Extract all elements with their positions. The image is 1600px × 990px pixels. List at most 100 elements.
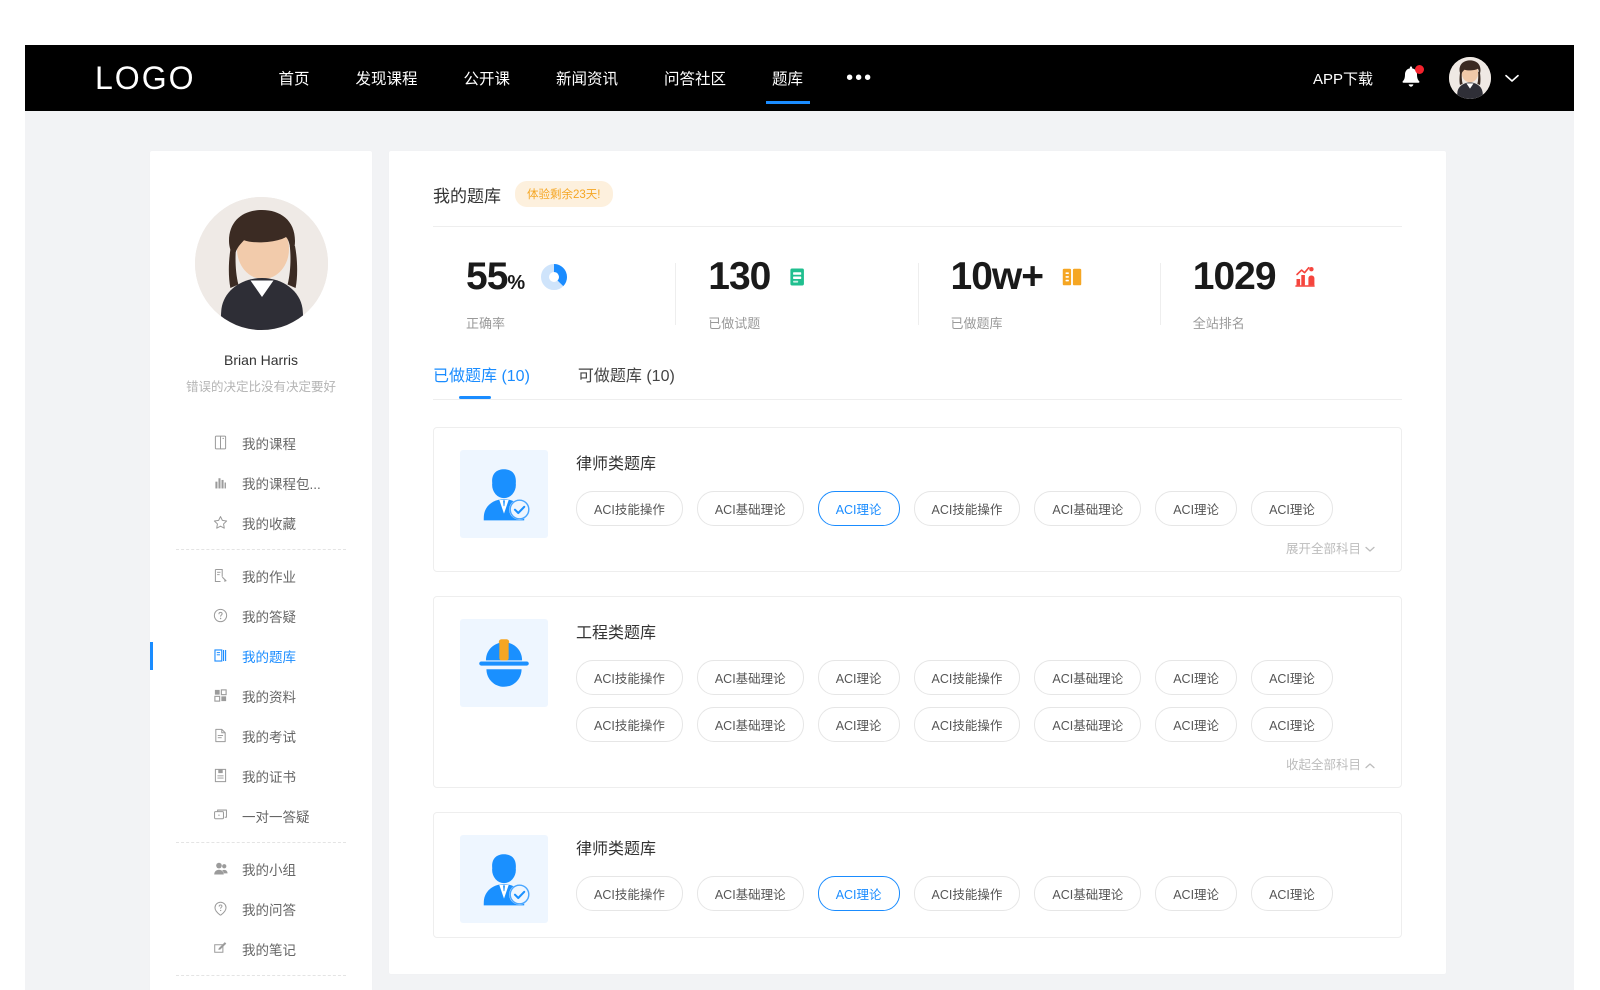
subject-tag[interactable]: ACI基础理论 [697, 660, 804, 695]
stat-label: 正确率 [466, 313, 675, 332]
sidebar-item-chat[interactable]: 一对一答疑 [150, 796, 372, 836]
nav-item-5[interactable]: 题库 [749, 45, 826, 111]
subject-tag[interactable]: ACI技能操作 [576, 491, 683, 526]
subject-tag[interactable]: ACI理论 [818, 660, 900, 695]
subject-tag[interactable]: ACI技能操作 [576, 660, 683, 695]
profile-name: Brian Harris [164, 352, 358, 368]
question-bank-card[interactable]: 律师类题库ACI技能操作ACI基础理论ACI理论ACI技能操作ACI基础理论AC… [433, 812, 1402, 938]
profile-avatar[interactable] [195, 197, 328, 330]
sidebar-item-label: 我的作业 [242, 566, 296, 586]
nav-item-0[interactable]: 首页 [255, 45, 332, 111]
stat-card: 130已做试题 [675, 257, 917, 332]
sidebar-item-question-circle[interactable]: 我的答疑 [150, 596, 372, 636]
card-thumbnail [460, 450, 548, 538]
exam-paper-icon [212, 727, 229, 744]
subject-tag[interactable]: ACI技能操作 [914, 491, 1021, 526]
subject-tag[interactable]: ACI基础理论 [697, 707, 804, 742]
subject-tag[interactable]: ACI理论 [1155, 707, 1237, 742]
stat-value: 10w+ [951, 257, 1044, 296]
donut-chart-icon [541, 262, 567, 292]
star-icon [212, 514, 229, 531]
subject-tag-row: ACI技能操作 ACI基础理论 ACI理论 ACI技能操作 ACI基础理论 ACI理论 AC… [576, 876, 1375, 911]
question-bank-icon [212, 647, 229, 664]
tab-0[interactable]: 已做题库 (10) [433, 362, 530, 399]
subject-tag[interactable]: ACI技能操作 [914, 660, 1021, 695]
subject-tag[interactable]: ACI理论 [818, 876, 900, 911]
stat-number: 55 [466, 255, 507, 298]
user-avatar [1449, 57, 1491, 99]
subject-tag-rows: ACI技能操作 ACI基础理论 ACI理论 ACI技能操作 ACI基础理论 ACI理论 AC… [576, 876, 1375, 911]
tab-bar: 已做题库 (10) 可做题库 (10) [433, 362, 1402, 399]
user-menu[interactable] [1449, 57, 1519, 99]
chat-icon [212, 807, 229, 824]
sidebar-item-star[interactable]: 我的收藏 [150, 503, 372, 543]
page-header: 我的题库 体验剩余23天! [433, 181, 1402, 227]
exam-paper-icon [212, 727, 229, 744]
subject-tag[interactable]: ACI理论 [1155, 491, 1237, 526]
subject-tag[interactable]: ACI技能操作 [914, 707, 1021, 742]
sidebar-item-label: 我的证书 [242, 766, 296, 786]
subject-tag[interactable]: ACI理论 [1155, 876, 1237, 911]
profile-block: Brian Harris 错误的决定比没有决定要好 [150, 197, 372, 397]
subject-tag[interactable]: ACI技能操作 [576, 876, 683, 911]
sidebar-item-bar-chart[interactable]: 我的课程包... [150, 463, 372, 503]
sidebar-item-certificate[interactable]: 我的证书 [150, 756, 372, 796]
notifications-button[interactable] [1399, 65, 1423, 91]
note-edit-icon [212, 940, 229, 957]
top-navigation-bar: LOGO 首页发现课程公开课新闻资讯问答社区题库 ••• APP下载 [25, 45, 1574, 111]
subject-tag[interactable]: ACI理论 [818, 491, 900, 526]
subject-tag[interactable]: ACI基础理论 [1034, 707, 1141, 742]
bar-chart-icon [212, 474, 229, 491]
sidebar-item-group[interactable]: 我的小组 [150, 849, 372, 889]
nav-item-1[interactable]: 发现课程 [332, 45, 440, 111]
grid-icon [212, 687, 229, 704]
sidebar-item-label: 我的课程包... [242, 473, 321, 493]
subject-tag[interactable]: ACI理论 [1251, 707, 1333, 742]
subject-tag[interactable]: ACI基础理论 [1034, 660, 1141, 695]
nav-item-2[interactable]: 公开课 [441, 45, 534, 111]
subject-tag[interactable]: ACI理论 [1155, 660, 1237, 695]
subject-tag[interactable]: ACI理论 [1251, 660, 1333, 695]
chevron-up-icon [1365, 760, 1375, 772]
nav-item-4[interactable]: 问答社区 [641, 45, 749, 111]
subject-tag[interactable]: ACI理论 [1251, 491, 1333, 526]
book-icon [212, 434, 229, 451]
trial-badge: 体验剩余23天! [515, 181, 613, 207]
question-bank-card[interactable]: 律师类题库ACI技能操作ACI基础理论ACI理论ACI技能操作ACI基础理论AC… [433, 427, 1402, 572]
document-list-icon [787, 262, 813, 292]
main-nav: 首页发现课程公开课新闻资讯问答社区题库 [255, 45, 826, 111]
sidebar-item-homework[interactable]: 我的作业 [150, 556, 372, 596]
menu-divider [176, 975, 346, 976]
menu-divider [176, 842, 346, 843]
nav-more-icon[interactable]: ••• [826, 45, 893, 111]
subject-tag[interactable]: ACI基础理论 [1034, 491, 1141, 526]
engineer-helmet-icon [473, 633, 535, 693]
subject-tag[interactable]: ACI技能操作 [914, 876, 1021, 911]
app-download-link[interactable]: APP下载 [1313, 68, 1373, 89]
nav-item-3[interactable]: 新闻资讯 [533, 45, 641, 111]
question-circle-icon [212, 607, 229, 624]
sidebar-item-label: 我的小组 [242, 859, 296, 879]
subject-tag[interactable]: ACI基础理论 [1034, 876, 1141, 911]
subject-tag[interactable]: ACI理论 [818, 707, 900, 742]
sidebar-item-label: 我的考试 [242, 726, 296, 746]
sidebar-item-question-mark[interactable]: 我的问答 [150, 889, 372, 929]
sidebar-item-question-bank[interactable]: 我的题库 [150, 636, 372, 676]
subject-tag[interactable]: ACI基础理论 [697, 876, 804, 911]
subject-tag-rows: ACI技能操作 ACI基础理论 ACI理论 ACI技能操作 ACI基础理论 ACI理论 AC… [576, 660, 1375, 742]
toggle-subjects-link[interactable]: 收起全部科目 [576, 754, 1375, 773]
stat-value-row: 10w+ [951, 257, 1160, 296]
sidebar-item-note-edit[interactable]: 我的笔记 [150, 929, 372, 969]
toggle-subjects-link[interactable]: 展开全部科目 [576, 538, 1375, 557]
card-title: 工程类题库 [576, 619, 1375, 643]
tab-1[interactable]: 可做题库 (10) [578, 362, 675, 399]
sidebar-item-exam-paper[interactable]: 我的考试 [150, 716, 372, 756]
site-logo[interactable]: LOGO [95, 60, 195, 97]
subject-tag[interactable]: ACI理论 [1251, 876, 1333, 911]
question-bank-card[interactable]: 工程类题库ACI技能操作ACI基础理论ACI理论ACI技能操作ACI基础理论AC… [433, 596, 1402, 788]
sidebar-item-medal[interactable]: 我的积分 [150, 982, 372, 990]
subject-tag[interactable]: ACI基础理论 [697, 491, 804, 526]
sidebar-item-grid[interactable]: 我的资料 [150, 676, 372, 716]
subject-tag[interactable]: ACI技能操作 [576, 707, 683, 742]
sidebar-item-book[interactable]: 我的课程 [150, 423, 372, 463]
